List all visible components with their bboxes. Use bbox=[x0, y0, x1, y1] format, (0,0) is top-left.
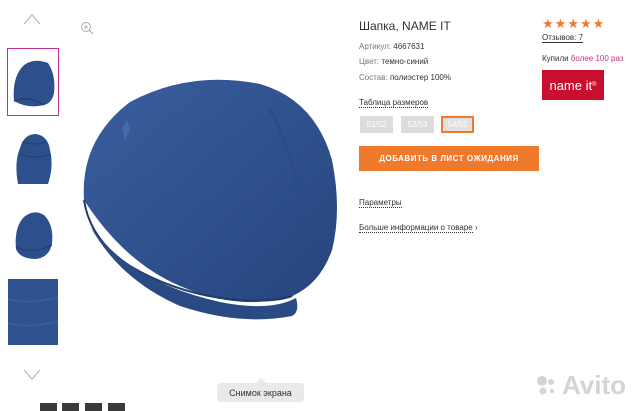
chevron-right-icon: › bbox=[474, 223, 478, 232]
bought-highlight: более 100 раз bbox=[570, 54, 624, 63]
color-label: Цвет: bbox=[359, 57, 380, 66]
size-option-51-52[interactable]: 51/52 bbox=[360, 116, 393, 133]
screenshot-tooltip: Снимок экрана bbox=[217, 378, 304, 402]
bought-prefix: Купили bbox=[542, 54, 571, 63]
composition-value: полиэстер 100% bbox=[389, 73, 451, 82]
star-icon: ★ bbox=[567, 16, 579, 31]
composition-label: Состав: bbox=[359, 73, 388, 82]
reviews-link[interactable]: Отзывов: 7 bbox=[542, 33, 584, 43]
article-value: 4667631 bbox=[393, 42, 425, 51]
product-image bbox=[83, 79, 337, 320]
article-row: Артикул: 4667631 bbox=[359, 42, 424, 51]
article-label: Артикул: bbox=[359, 42, 392, 51]
thumbnail-2[interactable] bbox=[8, 124, 58, 190]
size-option-52-53[interactable]: 52/53 bbox=[401, 116, 434, 133]
more-info-label: Больше информации о товаре bbox=[359, 223, 473, 233]
composition-row: Состав: полиэстер 100% bbox=[359, 73, 451, 82]
size-option-54-55[interactable]: 54/55 bbox=[441, 116, 474, 133]
color-row: Цвет: темно-синий bbox=[359, 57, 428, 66]
avito-logo-icon bbox=[537, 375, 554, 394]
star-icon: ★ bbox=[542, 16, 554, 31]
avito-watermark: Avito bbox=[534, 370, 626, 401]
toolbar-button-4[interactable] bbox=[108, 403, 125, 411]
thumbnails-down-button[interactable] bbox=[22, 368, 42, 382]
brand-logo[interactable]: name it ® bbox=[542, 70, 604, 100]
star-icon: ★ bbox=[579, 16, 592, 31]
rating-stars: ★ ★ ★ ★ ★ bbox=[542, 17, 604, 30]
product-title: Шапка, NAME IT bbox=[359, 19, 451, 33]
brand-logo-text: name it bbox=[549, 77, 593, 93]
avito-watermark-text: Avito bbox=[562, 370, 627, 400]
thumbnail-3[interactable] bbox=[8, 201, 58, 267]
thumbnails-up-button[interactable] bbox=[22, 12, 42, 26]
color-value: темно-синий bbox=[381, 57, 429, 66]
toolbar-button-3[interactable] bbox=[85, 403, 102, 411]
thumbnail-4[interactable] bbox=[8, 279, 58, 345]
toolbar-button-1[interactable] bbox=[40, 403, 57, 411]
star-icon: ★ bbox=[554, 16, 567, 31]
brand-logo-mark: ® bbox=[592, 82, 597, 88]
chevron-down-icon bbox=[23, 369, 41, 380]
add-to-wishlist-button[interactable]: ДОБАВИТЬ В ЛИСТ ОЖИДАНИЯ bbox=[359, 146, 539, 171]
size-table-link[interactable]: Таблица размеров bbox=[359, 98, 429, 108]
bought-count: Купили более 100 раз bbox=[542, 54, 624, 63]
product-page: Шапка, NAME IT Артикул: 4667631 Цвет: те… bbox=[0, 0, 640, 411]
toolbar-button-2[interactable] bbox=[62, 403, 79, 411]
parameters-link[interactable]: Параметры bbox=[359, 198, 402, 208]
thumbnail-1[interactable] bbox=[7, 48, 59, 116]
zoom-button[interactable] bbox=[80, 21, 94, 35]
more-info-link[interactable]: Больше информации о товаре › bbox=[359, 223, 478, 233]
zoom-icon bbox=[81, 22, 94, 35]
chevron-up-icon bbox=[23, 14, 41, 25]
star-icon: ★ bbox=[592, 16, 605, 31]
